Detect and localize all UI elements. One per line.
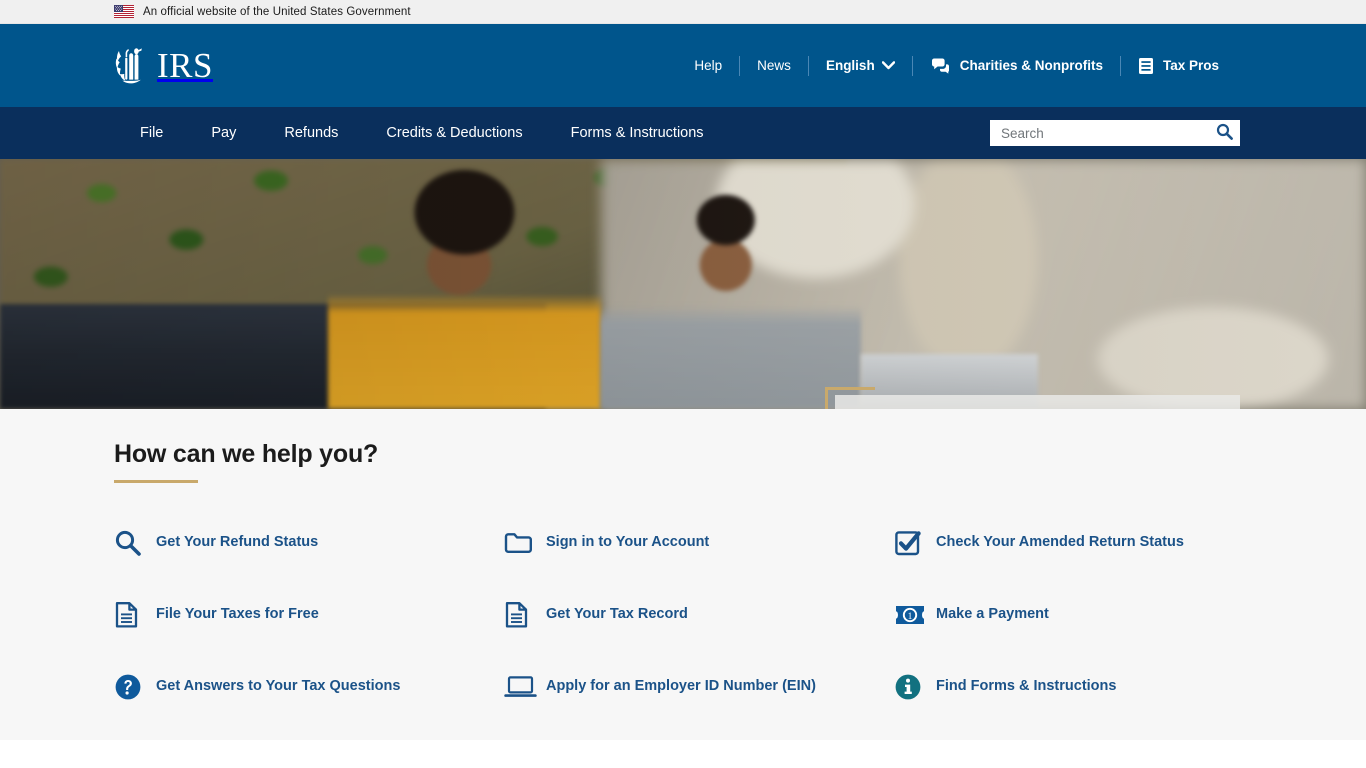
hero-callout: Helping people understand and meet their… xyxy=(825,387,1240,409)
hero-overlay-scrim xyxy=(0,159,1366,409)
util-link-tax-pros-label: Tax Pros xyxy=(1162,57,1219,73)
search-box xyxy=(990,120,1240,146)
help-section: How can we help you? Get Your Refund Sta… xyxy=(0,409,1366,740)
hero-headline-line-1: Helping people understand and xyxy=(851,407,1222,409)
help-link-refund-status[interactable]: Get Your Refund Status xyxy=(114,520,504,566)
laptop-icon xyxy=(504,674,546,700)
help-links-grid: Get Your Refund Status Sign in to Your A… xyxy=(114,520,1254,710)
help-link-apply-ein-label: Apply for an Employer ID Number (EIN) xyxy=(546,678,816,695)
util-link-news-label: News xyxy=(757,57,791,73)
help-link-sign-in-account-label: Sign in to Your Account xyxy=(546,534,710,551)
handshake-icon xyxy=(930,57,951,74)
util-link-news[interactable]: News xyxy=(740,59,808,73)
main-navigation: File Pay Refunds Credits & Deductions Fo… xyxy=(0,107,1366,159)
question-circle-icon xyxy=(114,673,156,701)
search-input[interactable] xyxy=(991,121,1209,145)
banknote-dollar-icon: 1 xyxy=(894,603,936,627)
folder-icon xyxy=(504,530,546,556)
util-link-help[interactable]: Help xyxy=(677,59,739,73)
document-icon xyxy=(114,600,156,630)
irs-logo[interactable]: IRS xyxy=(112,44,213,88)
book-icon xyxy=(1138,57,1154,75)
nav-item-file[interactable]: File xyxy=(116,125,187,141)
irs-logo-text: IRS xyxy=(157,46,213,85)
search-icon xyxy=(1216,123,1233,143)
checkbox-check-icon xyxy=(894,529,936,557)
language-selector-label: English xyxy=(825,57,875,73)
chevron-down-icon xyxy=(881,59,895,73)
help-link-make-payment[interactable]: 1 Make a Payment xyxy=(894,592,1254,638)
help-title-wrap: How can we help you? xyxy=(114,440,414,483)
nav-item-pay[interactable]: Pay xyxy=(187,125,260,141)
help-link-tax-record-label: Get Your Tax Record xyxy=(546,606,688,623)
language-selector[interactable]: English xyxy=(809,59,912,73)
nav-item-forms-instructions[interactable]: Forms & Instructions xyxy=(547,125,728,141)
help-link-file-free[interactable]: File Your Taxes for Free xyxy=(114,592,504,638)
help-link-forms-instructions-label: Find Forms & Instructions xyxy=(936,678,1117,695)
util-link-charities-nonprofits[interactable]: Charities & Nonprofits xyxy=(913,57,1120,74)
irs-eagle-scales-emblem-icon xyxy=(115,47,142,83)
utility-nav: Help News English Charities & Nonprofits xyxy=(677,52,1236,80)
svg-text:1: 1 xyxy=(908,612,913,622)
help-link-make-payment-label: Make a Payment xyxy=(936,606,1049,623)
hero-photograph xyxy=(0,159,1366,409)
document-icon xyxy=(504,600,546,630)
help-link-refund-status-label: Get Your Refund Status xyxy=(156,534,319,551)
help-link-amended-return-status[interactable]: Check Your Amended Return Status xyxy=(894,520,1254,566)
help-link-sign-in-account[interactable]: Sign in to Your Account xyxy=(504,520,894,566)
magnifier-icon xyxy=(114,529,156,557)
help-link-amended-return-status-label: Check Your Amended Return Status xyxy=(936,534,1184,551)
help-link-forms-instructions[interactable]: Find Forms & Instructions xyxy=(894,664,1254,710)
search-button[interactable] xyxy=(1209,121,1239,145)
site-masthead: IRS Help News English Charities & Nonpro… xyxy=(0,24,1366,107)
info-circle-icon xyxy=(894,673,936,701)
hero-text-box: Helping people understand and meet their… xyxy=(835,395,1240,409)
gov-banner: An official website of the United States… xyxy=(0,0,1366,24)
main-nav-items: File Pay Refunds Credits & Deductions Fo… xyxy=(116,125,728,141)
util-link-tax-pros[interactable]: Tax Pros xyxy=(1121,57,1236,75)
nav-item-refunds[interactable]: Refunds xyxy=(260,125,362,141)
util-link-charities-label: Charities & Nonprofits xyxy=(959,57,1103,73)
help-title-underline xyxy=(114,480,198,483)
nav-item-credits-deductions[interactable]: Credits & Deductions xyxy=(362,125,546,141)
util-link-help-label: Help xyxy=(694,57,723,73)
help-link-file-free-label: File Your Taxes for Free xyxy=(156,606,319,623)
help-section-title: How can we help you? xyxy=(114,440,379,468)
help-link-apply-ein[interactable]: Apply for an Employer ID Number (EIN) xyxy=(504,664,894,710)
hero-banner: Helping people understand and meet their… xyxy=(0,159,1366,409)
help-link-tax-record[interactable]: Get Your Tax Record xyxy=(504,592,894,638)
us-flag-icon xyxy=(114,5,134,18)
help-link-tax-questions-label: Get Answers to Your Tax Questions xyxy=(156,678,401,695)
gov-banner-text: An official website of the United States… xyxy=(143,5,411,18)
help-link-tax-questions[interactable]: Get Answers to Your Tax Questions xyxy=(114,664,504,710)
